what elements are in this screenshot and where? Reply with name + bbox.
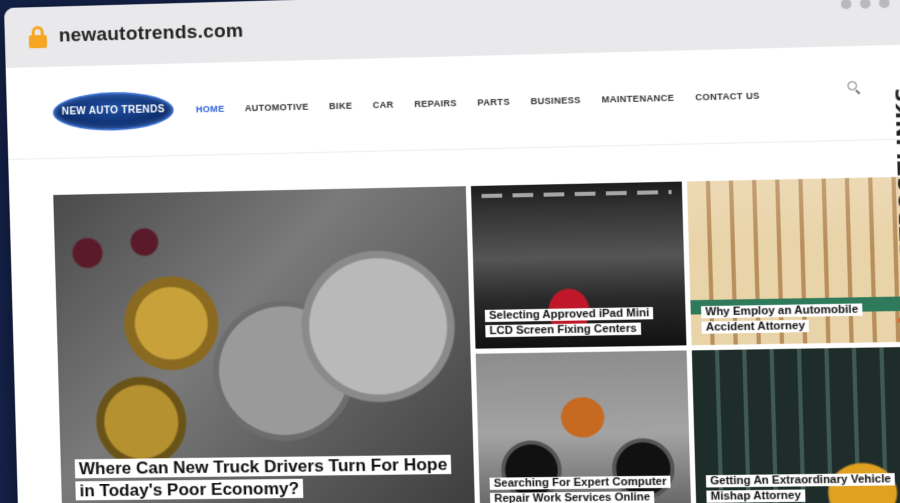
url-text[interactable]: newautotrends.com xyxy=(59,20,244,47)
main-nav: HOME AUTOMOTIVE BIKE CAR REPAIRS PARTS B… xyxy=(196,90,760,114)
browser-window: newautotrends.com NEW AUTO TRENDS HOME A… xyxy=(4,0,900,503)
window-dot-icon[interactable] xyxy=(879,0,890,8)
nav-automotive[interactable]: AUTOMOTIVE xyxy=(245,101,309,113)
nav-contact-us[interactable]: CONTACT US xyxy=(695,90,760,102)
nav-repairs[interactable]: REPAIRS xyxy=(414,97,457,108)
article-title[interactable]: Getting An Extraordinary Vehicle Mishap … xyxy=(706,472,896,503)
window-controls xyxy=(841,0,890,9)
article-card-featured[interactable]: Where Can New Truck Drivers Turn For Hop… xyxy=(53,186,475,503)
article-title[interactable]: Why Employ an Automobile Accident Attorn… xyxy=(701,302,891,335)
nav-business[interactable]: BUSINESS xyxy=(530,94,581,105)
nav-bike[interactable]: BIKE xyxy=(329,100,352,111)
featured-articles: Where Can New Truck Drivers Turn For Hop… xyxy=(53,177,900,503)
logo-text: NEW AUTO TRENDS xyxy=(62,104,165,118)
search-icon[interactable] xyxy=(847,81,860,94)
website: NEW AUTO TRENDS HOME AUTOMOTIVE BIKE CAR… xyxy=(6,44,900,503)
nav-home[interactable]: HOME xyxy=(196,103,225,114)
nav-car[interactable]: CAR xyxy=(373,99,394,110)
window-dot-icon[interactable] xyxy=(860,0,871,9)
window-dot-icon[interactable] xyxy=(841,0,852,9)
nav-parts[interactable]: PARTS xyxy=(477,96,510,107)
article-title[interactable]: Searching For Expert Computer Repair Wor… xyxy=(490,475,677,503)
article-title[interactable]: Selecting Approved iPad Mini LCD Screen … xyxy=(485,306,672,338)
article-title[interactable]: Where Can New Truck Drivers Turn For Hop… xyxy=(75,453,461,502)
article-card[interactable]: Searching For Expert Computer Repair Wor… xyxy=(476,350,692,503)
article-card[interactable]: Selecting Approved iPad Mini LCD Screen … xyxy=(471,182,687,349)
article-card[interactable]: Why Employ an Automobile Accident Attorn… xyxy=(687,177,900,345)
nav-maintenance[interactable]: MAINTENANCE xyxy=(601,92,674,104)
site-logo[interactable]: NEW AUTO TRENDS xyxy=(52,90,174,131)
lock-icon xyxy=(29,26,48,49)
article-card[interactable]: Getting An Extraordinary Vehicle Mishap … xyxy=(692,347,900,503)
